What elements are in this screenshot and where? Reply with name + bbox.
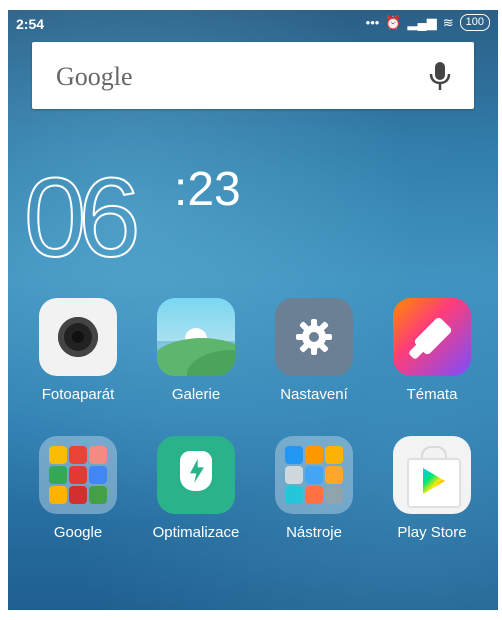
tools-folder-icon [275,436,353,514]
app-label: Galerie [171,386,221,403]
status-icons: ••• ⏰ ▂▄▆ ≋ 100 [366,14,490,31]
app-google-folder[interactable]: Google [18,436,138,541]
app-label: Nástroje [286,524,342,541]
app-label: Play Store [397,524,467,541]
home-screen: 2:54 ••• ⏰ ▂▄▆ ≋ 100 Google 06 :23 Fotoa… [8,10,498,610]
battery-indicator: 100 [459,14,490,31]
app-themes[interactable]: Témata [372,298,492,403]
app-label: Témata [406,386,458,403]
google-folder-icon [39,436,117,514]
app-label: Fotoaparát [41,386,115,403]
more-dots-icon: ••• [365,15,380,30]
google-logo-text: Google [56,62,133,91]
google-search-bar[interactable]: Google [32,42,474,109]
phone-frame: 2:54 ••• ⏰ ▂▄▆ ≋ 100 Google 06 :23 Fotoa… [0,0,502,620]
settings-icon [275,298,353,376]
app-tools-folder[interactable]: Nástroje [254,436,374,541]
app-label: Google [53,524,103,541]
gallery-icon [157,298,235,376]
mic-icon[interactable] [426,60,454,92]
app-label: Optimalizace [152,524,240,541]
app-gallery[interactable]: Galerie [136,298,256,403]
app-label: Nastavení [280,386,348,403]
alarm-icon: ⏰ [385,14,402,30]
clock-hour: 06 [23,155,142,280]
optimize-icon [157,436,235,514]
wifi-icon: ≋ [442,14,454,30]
play-store-icon [393,436,471,514]
app-camera[interactable]: Fotoaparát [18,298,138,403]
clock-minute: :23 [174,163,241,216]
camera-icon [39,298,117,376]
app-optimize[interactable]: Optimalizace [136,436,256,541]
status-bar: 2:54 ••• ⏰ ▂▄▆ ≋ 100 [8,10,498,38]
app-settings[interactable]: Nastavení [254,298,374,403]
status-time: 2:54 [16,16,45,32]
signal-icon: ▂▄▆ [407,14,437,30]
themes-icon [393,298,471,376]
app-play-store[interactable]: Play Store [372,436,492,541]
